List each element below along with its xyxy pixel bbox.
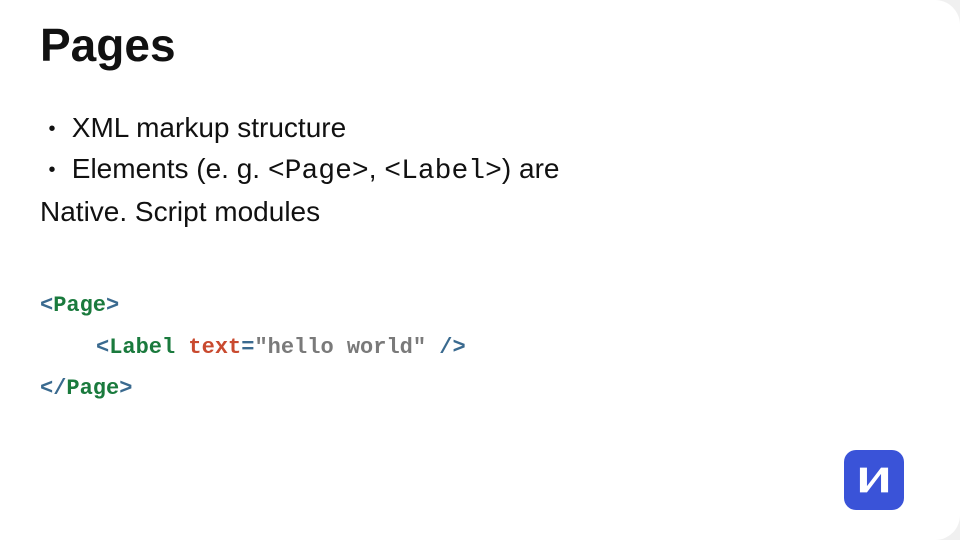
xml-attr: text bbox=[188, 335, 241, 360]
equals-sign: = bbox=[241, 335, 254, 360]
self-close-icon: /> bbox=[426, 335, 466, 360]
slide-border-decoration bbox=[920, 0, 960, 540]
bullet-continuation: Native. Script modules bbox=[40, 192, 860, 233]
bullet-item: • XML markup structure bbox=[40, 108, 860, 149]
page-title: Pages bbox=[40, 18, 920, 72]
bullet-text: Elements (e. g. bbox=[72, 153, 268, 184]
xml-tag: Label bbox=[109, 335, 175, 360]
slide: Pages • XML markup structure • Elements … bbox=[0, 0, 960, 540]
angle-bracket-icon: < bbox=[40, 293, 53, 318]
xml-string: "hello world" bbox=[254, 335, 426, 360]
angle-bracket-icon: < bbox=[96, 335, 109, 360]
inline-code: <Page> bbox=[268, 156, 369, 187]
inline-code: <Label> bbox=[384, 156, 502, 187]
bullet-list: • XML markup structure • Elements (e. g.… bbox=[40, 108, 860, 233]
nativescript-glyph-icon bbox=[852, 458, 896, 502]
xml-tag: Page bbox=[53, 293, 106, 318]
bullet-text: Native. Script modules bbox=[40, 196, 320, 227]
angle-bracket-icon: > bbox=[106, 293, 119, 318]
bullet-dot-icon: • bbox=[40, 156, 64, 185]
code-line: <Label text="hello world" /> bbox=[40, 327, 920, 369]
bullet-text: , bbox=[369, 153, 385, 184]
angle-bracket-icon: > bbox=[119, 376, 132, 401]
bullet-item: • Elements (e. g. <Page>, <Label>) are bbox=[40, 149, 860, 193]
nativescript-logo-icon bbox=[844, 450, 904, 510]
xml-tag: Page bbox=[66, 376, 119, 401]
bullet-text: ) are bbox=[502, 153, 560, 184]
angle-bracket-icon: < bbox=[40, 376, 53, 401]
code-line: <Page> bbox=[40, 285, 920, 327]
bullet-dot-icon: • bbox=[40, 115, 64, 144]
slash-icon: / bbox=[53, 376, 66, 401]
bullet-text: XML markup structure bbox=[72, 112, 346, 143]
code-block: <Page> <Label text="hello world" /> </Pa… bbox=[40, 285, 920, 410]
code-line: </Page> bbox=[40, 368, 920, 410]
